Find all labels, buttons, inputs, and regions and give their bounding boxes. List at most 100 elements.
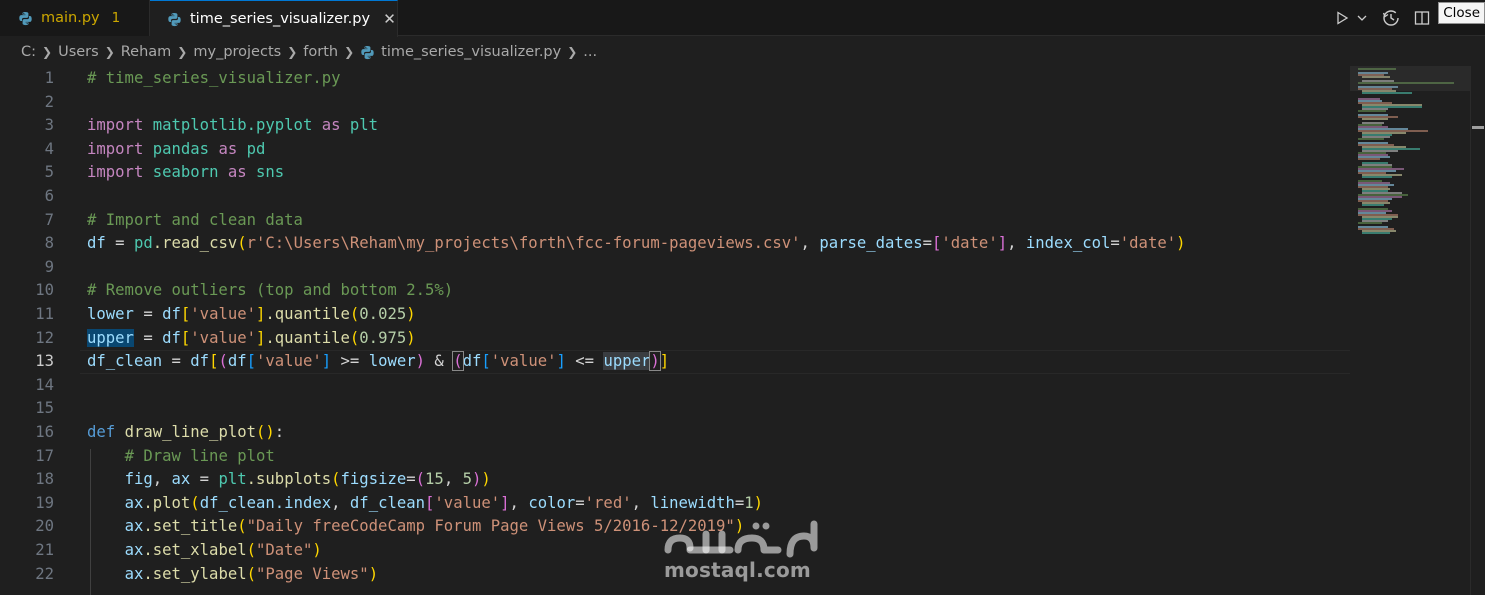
chevron-down-icon[interactable] [1356,12,1368,24]
code-line-current: 13 df_clean = df[(df['value'] >= lower) &… [0,350,1350,374]
tab-label: time_series_visualizer.py [190,11,371,27]
code-line: 15 [0,397,1350,421]
minimap-line [1358,158,1380,160]
chevron-right-icon: ❯ [104,45,115,59]
line-number: 16 [35,423,54,441]
code-text: ax.set_title("Daily freeCodeCamp Forum P… [124,517,745,536]
breadcrumb-item-drive[interactable]: C: [21,44,36,60]
minimap-line [1362,92,1412,94]
mostaql-logo [664,520,818,558]
code-line: 2 [0,91,1350,115]
code-text: # Remove outliers (top and bottom 2.5%) [87,281,454,300]
code-line: 9 [0,256,1350,280]
minimap-line [1362,176,1392,178]
chevron-right-icon: ❯ [177,45,188,59]
watermark: mostaql.com [660,520,830,590]
code-line: 16 def draw_line_plot(): [0,421,1350,445]
breadcrumb: C: ❯ Users ❯ Reham ❯ my_projects ❯ forth… [0,37,1485,67]
code-text: ax.set_ylabel("Page Views") [124,564,379,583]
minimap-slider[interactable] [1350,66,1470,91]
minimap-line [1362,232,1390,234]
code-line: 7 # Import and clean data [0,209,1350,233]
code-line: 3 import matplotlib.pyplot as plt [0,114,1350,138]
line-number: 13 [35,352,54,371]
python-file-icon [18,11,33,26]
line-number: 5 [44,163,54,182]
line-number: 20 [35,517,54,536]
code-text: fig, ax = plt.subplots(figsize=(15, 5)) [124,470,491,489]
code-line: 17 # Draw line plot [0,445,1350,469]
minimap-line [1358,110,1386,112]
code-line: 1 # time_series_visualizer.py [0,67,1350,91]
code-line: 6 [0,185,1350,209]
code-text: def draw_line_plot(): [87,423,285,441]
editor-actions: Close [1324,0,1485,36]
watermark-text: mostaql.com [664,558,811,582]
minimap[interactable] [1350,66,1470,595]
code-text: df = pd.read_csv(r'C:\Users\Reham\my_pro… [87,234,1186,253]
code-line: 12 upper = df['value'].quantile(0.975) [0,327,1350,351]
chevron-right-icon: ❯ [42,45,53,59]
line-number: 21 [35,541,54,559]
code-text: # time_series_visualizer.py [87,69,341,87]
line-number: 18 [35,470,54,489]
code-line: 8 df = pd.read_csv(r'C:\Users\Reham\my_pr… [0,232,1350,256]
line-number: 1 [44,69,54,87]
code-text: ax.plot(df_clean.index, df_clean['value'… [124,493,764,512]
line-number: 17 [35,446,54,465]
python-file-icon [167,12,182,27]
line-number: 6 [44,187,54,205]
tab-label: main.py [41,10,100,26]
breadcrumb-item-forth[interactable]: forth [303,44,338,60]
python-file-icon [360,45,375,60]
line-number: 7 [44,210,54,229]
close-tooltip: Close [1438,2,1485,24]
split-editor-icon[interactable] [1414,10,1430,26]
breadcrumb-item-reham[interactable]: Reham [121,44,172,60]
problems-count-badge: 1 [111,10,121,26]
tab-time-series-visualizer[interactable]: time_series_visualizer.py ✕ [150,0,398,37]
code-text: import matplotlib.pyplot as plt [87,116,379,135]
minimap-line [1358,138,1384,140]
code-text: # Import and clean data [87,210,303,229]
code-text: ax.set_xlabel("Date") [124,541,322,559]
line-number: 19 [35,493,54,512]
line-number: 3 [44,116,54,135]
close-icon[interactable]: ✕ [382,10,397,28]
line-number: 11 [35,305,54,323]
history-icon[interactable] [1382,9,1400,27]
tab-main-py[interactable]: main.py 1 [0,0,150,36]
line-number: 4 [44,139,54,158]
line-number: 2 [44,92,54,111]
code-line: 5 import seaborn as sns [0,161,1350,185]
minimap-line [1358,222,1382,224]
breadcrumb-item-symbols[interactable]: ... [583,44,597,60]
minimap-line [1362,204,1384,206]
chevron-right-icon: ❯ [567,45,578,59]
chevron-right-icon: ❯ [287,45,298,59]
run-icon[interactable] [1334,10,1350,26]
breadcrumb-item-file[interactable]: time_series_visualizer.py [381,44,561,60]
code-text: upper = df['value'].quantile(0.975) [87,328,416,347]
line-number: 22 [35,564,54,583]
scrollbar-cursor-marker [1472,126,1484,129]
code-text: df_clean = df[(df['value'] >= lower) & (… [87,351,670,372]
breadcrumb-item-my-projects[interactable]: my_projects [193,44,281,60]
code-line: 14 [0,374,1350,398]
code-text: import seaborn as sns [87,163,285,182]
line-number: 15 [35,399,54,418]
code-text: import pandas as pd [87,139,266,158]
line-number: 9 [44,257,54,276]
minimap-line [1362,118,1388,120]
line-number: 12 [35,328,54,347]
line-number: 10 [35,281,54,300]
code-line: 11 lower = df['value'].quantile(0.025) [0,303,1350,327]
line-number: 8 [44,234,54,253]
vertical-scrollbar[interactable] [1470,66,1485,595]
code-line: 4 import pandas as pd [0,138,1350,162]
code-text: # Draw line plot [124,446,275,465]
code-line: 10 # Remove outliers (top and bottom 2.5%… [0,279,1350,303]
code-editor[interactable]: 1 # time_series_visualizer.py 2 3 import m… [0,66,1350,595]
breadcrumb-item-users[interactable]: Users [58,44,99,60]
code-line: 19 ax.plot(df_clean.index, df_clean['val… [0,492,1350,516]
